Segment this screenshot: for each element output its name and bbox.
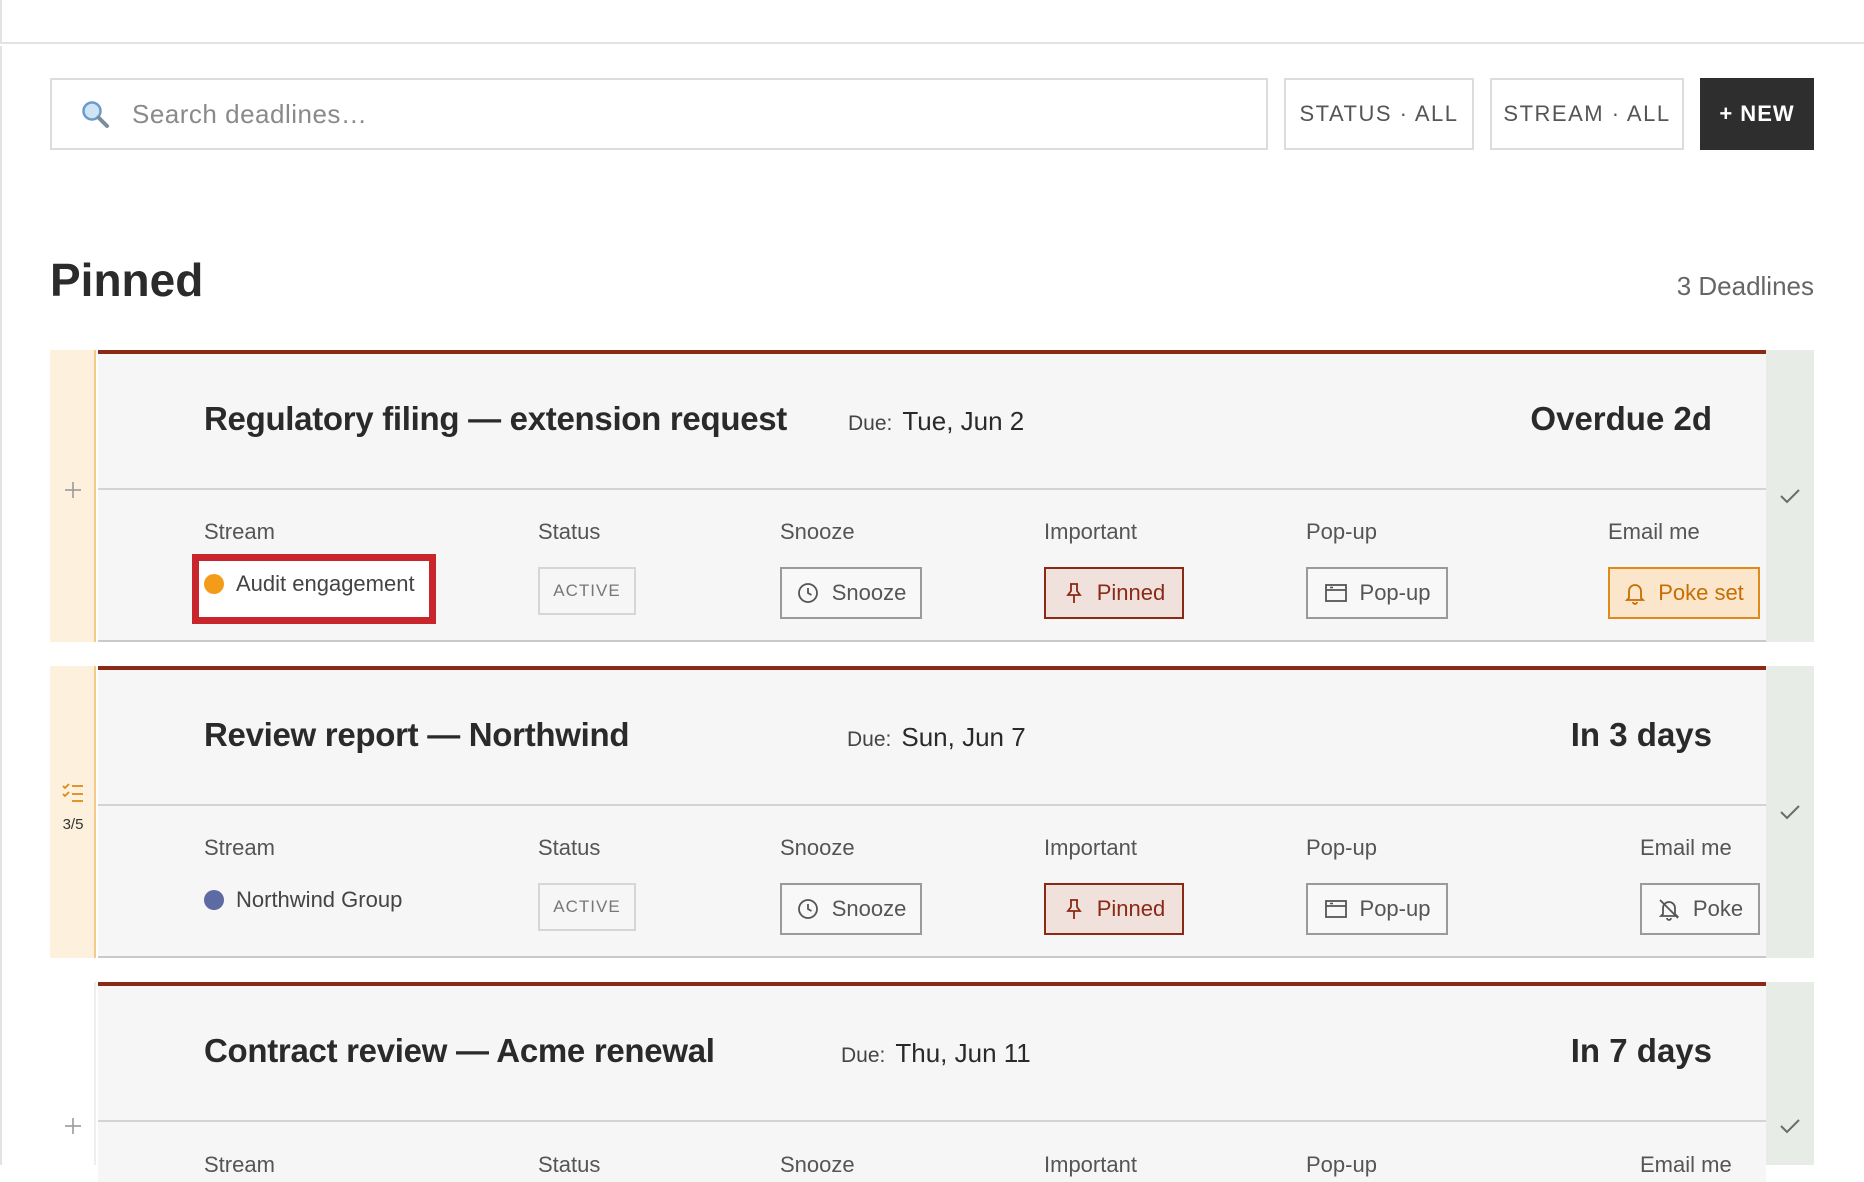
bell-off-icon <box>1658 899 1680 921</box>
relative-due: Overdue 2d <box>1530 400 1712 437</box>
due-value: Sun, Jun 7 <box>901 722 1026 752</box>
poke-button-label: Poke set <box>1658 580 1744 605</box>
poke-button[interactable]: Poke set <box>1608 567 1760 619</box>
status-label: Status <box>538 1152 601 1177</box>
stream-label: Stream <box>204 835 275 860</box>
deadline-count: 3 Deadlines <box>1676 271 1814 301</box>
email-label: Email me <box>1608 519 1700 544</box>
popup-label: Pop-up <box>1306 1152 1377 1177</box>
stream-filter-button[interactable]: STREAM · ALL <box>1490 78 1684 150</box>
search-icon <box>80 99 110 129</box>
deadline-title[interactable]: Regulatory filing — extension request <box>204 400 787 438</box>
popup-button-label: Pop-up <box>1359 580 1431 605</box>
due-label: Due: <box>841 1044 886 1067</box>
bell-icon <box>1625 584 1646 605</box>
complete-rail[interactable] <box>1766 982 1814 1165</box>
stream-tag[interactable]: Audit engagement <box>204 571 415 597</box>
due-label: Due: <box>847 728 892 751</box>
checklist-progress: 3/5 <box>62 816 84 833</box>
section-title: Pinned <box>50 254 204 306</box>
search-box[interactable] <box>50 78 1268 150</box>
complete-rail[interactable] <box>1766 350 1814 642</box>
poke-button-label: Poke <box>1692 896 1744 921</box>
status-label: Status <box>538 835 601 860</box>
window-icon <box>1324 900 1347 918</box>
snooze-label: Snooze <box>780 1152 855 1177</box>
email-label: Email me <box>1640 835 1732 860</box>
popup-label: Pop-up <box>1306 835 1377 860</box>
plus-icon[interactable] <box>50 1116 96 1136</box>
complete-rail[interactable] <box>1766 666 1814 958</box>
clock-icon <box>797 899 818 919</box>
card-header: Contract review — Acme renewal Due: Thu, … <box>98 986 1766 1122</box>
status-badge[interactable]: ACTIVE <box>538 567 636 615</box>
snooze-button[interactable]: Snooze <box>780 567 922 619</box>
check-icon[interactable] <box>1778 1114 1802 1138</box>
important-label: Important <box>1044 519 1137 544</box>
stream-tag[interactable]: Northwind Group <box>204 887 402 913</box>
pinned-button[interactable]: Pinned <box>1044 883 1184 935</box>
snooze-button-label: Snooze <box>831 580 907 605</box>
relative-due: In 3 days <box>1570 716 1712 753</box>
popup-button-label: Pop-up <box>1359 896 1431 921</box>
snooze-label: Snooze <box>780 835 855 860</box>
important-label: Important <box>1044 835 1137 860</box>
popup-label: Pop-up <box>1306 519 1377 544</box>
status-label: Status <box>538 519 601 544</box>
card-left-rail[interactable] <box>50 982 96 1165</box>
stream-label: Stream <box>204 519 275 544</box>
deadline-title[interactable]: Review report — Northwind <box>204 716 630 754</box>
deadline-title[interactable]: Contract review — Acme renewal <box>204 1032 715 1070</box>
snooze-label: Snooze <box>780 519 855 544</box>
card-header: Review report — Northwind Due: Sun, Jun 7… <box>98 670 1766 806</box>
deadline-card[interactable]: Review report — Northwind Due: Sun, Jun 7… <box>98 666 1766 958</box>
due-value: Tue, Jun 2 <box>902 406 1025 436</box>
stream-color-dot <box>204 890 224 910</box>
deadline-row: 3/5 Review report — Northwind Due: Sun, J… <box>50 666 1814 958</box>
popup-button[interactable]: Pop-up <box>1306 567 1448 619</box>
window-icon <box>1324 584 1347 602</box>
due-label: Due: <box>848 412 893 435</box>
status-filter-button[interactable]: STATUS · ALL <box>1284 78 1474 150</box>
new-deadline-button[interactable]: + NEW <box>1700 78 1814 150</box>
poke-button[interactable]: Poke <box>1640 883 1760 935</box>
due-date: Due: Sun, Jun 7 <box>847 722 1026 753</box>
stream-label: Stream <box>204 1152 275 1177</box>
card-left-rail[interactable] <box>50 350 96 642</box>
card-left-rail[interactable]: 3/5 <box>50 666 96 958</box>
deadline-row: Contract review — Acme renewal Due: Thu, … <box>50 982 1814 1182</box>
stream-color-dot <box>204 574 224 594</box>
deadline-card[interactable]: Regulatory filing — extension request Du… <box>98 350 1766 642</box>
deadline-row: Regulatory filing — extension request Du… <box>50 350 1814 642</box>
pin-icon <box>1065 899 1082 919</box>
check-icon[interactable] <box>1778 484 1802 508</box>
important-label: Important <box>1044 1152 1137 1177</box>
search-input[interactable] <box>130 97 1234 131</box>
due-value: Thu, Jun 11 <box>895 1038 1031 1068</box>
card-header: Regulatory filing — extension request Du… <box>98 354 1766 490</box>
snooze-button-label: Snooze <box>831 896 907 921</box>
check-icon[interactable] <box>1778 800 1802 824</box>
pin-icon <box>1065 583 1082 603</box>
relative-due: In 7 days <box>1570 1032 1712 1069</box>
pinned-button-label: Pinned <box>1096 896 1166 921</box>
checklist-icon[interactable] <box>50 782 96 804</box>
popup-button[interactable]: Pop-up <box>1306 883 1448 935</box>
plus-icon[interactable] <box>50 480 96 500</box>
status-badge[interactable]: ACTIVE <box>538 883 636 931</box>
pinned-button-label: Pinned <box>1096 580 1166 605</box>
top-bar <box>0 0 1864 44</box>
due-date: Due: Thu, Jun 11 <box>841 1038 1031 1069</box>
stream-name: Northwind Group <box>236 887 403 912</box>
stream-name: Audit engagement <box>236 571 415 596</box>
due-date: Due: Tue, Jun 2 <box>848 406 1024 437</box>
email-label: Email me <box>1640 1152 1732 1177</box>
snooze-button[interactable]: Snooze <box>780 883 922 935</box>
clock-icon <box>797 583 818 603</box>
pinned-button[interactable]: Pinned <box>1044 567 1184 619</box>
deadline-card[interactable]: Contract review — Acme renewal Due: Thu, … <box>98 982 1766 1182</box>
